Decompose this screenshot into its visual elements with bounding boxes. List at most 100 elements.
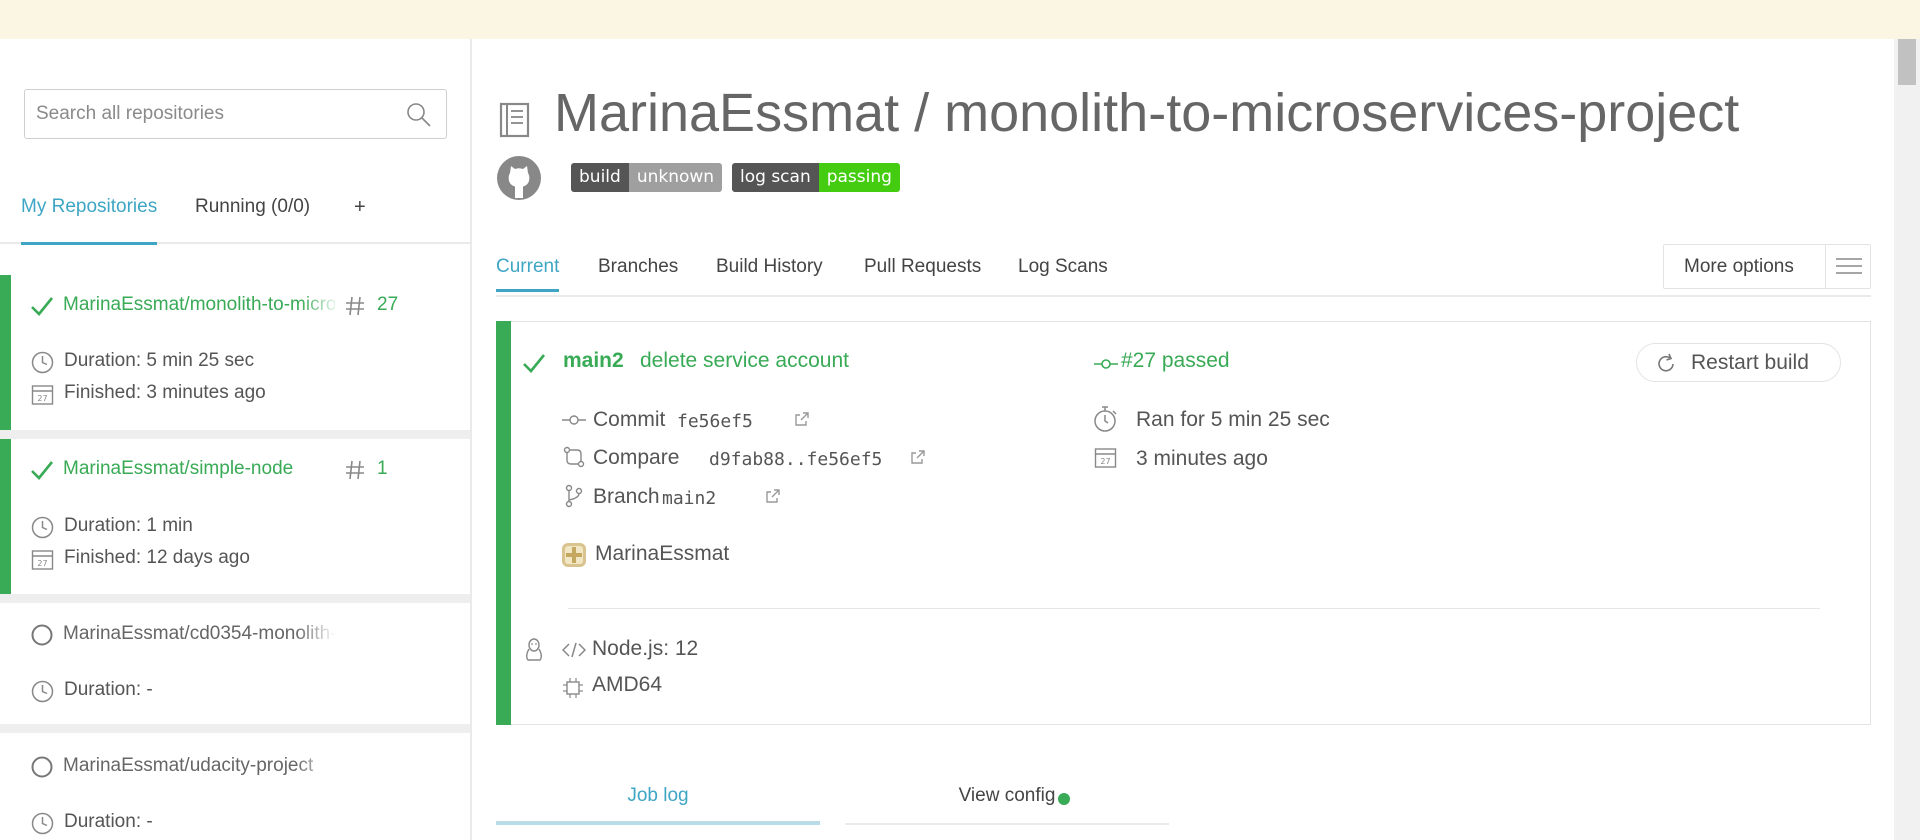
- repo-finished: Finished: 3 minutes ago: [64, 382, 266, 403]
- calendar-icon: 27: [31, 550, 54, 570]
- tab-my-repositories[interactable]: My Repositories: [21, 194, 158, 245]
- tab-log-scans[interactable]: Log Scans: [1018, 256, 1108, 278]
- compare-link[interactable]: d9fab88..fe56ef5: [709, 449, 882, 470]
- commit-message: delete service account: [640, 349, 849, 372]
- divider: [0, 430, 470, 439]
- sidebar: My Repositories Running (0/0) + MarinaEs…: [0, 39, 472, 840]
- status-stripe: [496, 321, 511, 725]
- hash-icon: [346, 460, 364, 480]
- repo-name[interactable]: MarinaEssmat/monolith-to-microservices-p…: [63, 294, 335, 316]
- external-link-icon[interactable]: [910, 449, 926, 465]
- repo-item-monolith[interactable]: MarinaEssmat/monolith-to-microservices-p…: [0, 275, 470, 430]
- check-icon: [31, 297, 54, 316]
- commit-hash-link[interactable]: fe56ef5: [677, 411, 753, 432]
- restart-icon: [1658, 353, 1674, 372]
- architecture: AMD64: [592, 673, 663, 696]
- repo-name[interactable]: MarinaEssmat/udacity-project: [63, 755, 335, 777]
- search-icon[interactable]: [406, 102, 432, 128]
- divider: [568, 608, 1820, 609]
- check-icon: [523, 354, 546, 373]
- ran-for-duration: Ran for 5 min 25 sec: [1136, 408, 1330, 431]
- status-stripe: [0, 439, 11, 594]
- add-repository-button[interactable]: +: [354, 194, 366, 242]
- scrollbar[interactable]: [1894, 39, 1920, 840]
- page-title: MarinaEssmat / monolith-to-microservices…: [554, 83, 1740, 143]
- external-link-icon[interactable]: [765, 488, 781, 504]
- check-icon: [31, 461, 54, 480]
- branch-name[interactable]: main2: [563, 349, 624, 373]
- tab-build-history[interactable]: Build History: [716, 256, 823, 278]
- repo-name[interactable]: MarinaEssmat/simple-node: [63, 458, 335, 480]
- tab-branches[interactable]: Branches: [598, 256, 678, 278]
- tab-view-config[interactable]: View config: [845, 775, 1169, 825]
- tab-current[interactable]: Current: [496, 256, 560, 292]
- build-number[interactable]: 27: [377, 294, 398, 316]
- clock-icon: [31, 351, 54, 374]
- build-status-badge[interactable]: build unknown: [571, 163, 723, 192]
- branch-link[interactable]: main2: [662, 488, 716, 509]
- cpu-icon: [563, 678, 583, 698]
- repo-duration: Duration: 5 min 25 sec: [64, 350, 255, 371]
- build-number[interactable]: 1: [377, 458, 388, 480]
- repo-duration: Duration: -: [64, 811, 153, 832]
- repo-item-simple-node[interactable]: MarinaEssmat/simple-node 1 Duration: 1 m…: [0, 439, 470, 594]
- config-status-dot: [1058, 793, 1070, 805]
- external-link-icon[interactable]: [794, 411, 810, 427]
- log-scan-badge[interactable]: log scan passing: [732, 163, 900, 192]
- status-stripe: [0, 275, 11, 430]
- circle-status-icon: [31, 756, 53, 778]
- branch-label: Branch: [593, 485, 660, 508]
- repo-finished: Finished: 12 days ago: [64, 547, 250, 568]
- language-version: Node.js: 12: [592, 637, 699, 660]
- commit-label: Commit: [593, 408, 666, 431]
- circle-status-icon: [31, 624, 53, 646]
- clock-icon: [31, 516, 54, 539]
- name-fade: [296, 619, 336, 649]
- svg-text:27: 27: [1100, 457, 1110, 466]
- stopwatch-icon: [1094, 406, 1117, 432]
- tab-running[interactable]: Running (0/0): [195, 194, 310, 242]
- hash-icon: [346, 296, 364, 316]
- branch-icon: [565, 484, 583, 508]
- finished-ago: 3 minutes ago: [1136, 447, 1268, 470]
- commit-icon: [562, 415, 586, 425]
- restart-build-label: Restart build: [1691, 351, 1809, 374]
- hamburger-icon: [1836, 258, 1862, 274]
- notification-banner: [0, 0, 1920, 39]
- github-icon[interactable]: [496, 155, 542, 201]
- repo-duration: Duration: 1 min: [64, 515, 193, 536]
- svg-text:27: 27: [37, 394, 47, 403]
- tab-pull-requests[interactable]: Pull Requests: [864, 256, 981, 278]
- divider: [0, 724, 470, 733]
- scrollbar-thumb[interactable]: [1898, 39, 1916, 85]
- restart-build-button[interactable]: Restart build: [1636, 343, 1841, 382]
- svg-text:27: 27: [37, 559, 47, 568]
- compare-icon: [563, 446, 585, 468]
- commit-icon: [1094, 359, 1118, 369]
- code-icon: [562, 642, 586, 658]
- build-card: main2 delete service account #27 passed …: [496, 321, 1871, 725]
- repo-duration: Duration: -: [64, 679, 153, 700]
- repository-book-icon: [499, 102, 530, 138]
- build-status[interactable]: #27 passed: [1121, 349, 1230, 373]
- search-box: [24, 89, 447, 139]
- sidebar-tabs: My Repositories Running (0/0) +: [0, 194, 470, 245]
- more-options-button[interactable]: More options: [1663, 244, 1871, 289]
- author-name[interactable]: MarinaEssmat: [595, 542, 729, 566]
- name-fade: [296, 751, 336, 781]
- search-input[interactable]: [36, 103, 396, 125]
- linux-icon: [526, 638, 542, 661]
- clock-icon: [31, 680, 54, 703]
- avatar: [562, 543, 586, 567]
- compare-label: Compare: [593, 446, 680, 469]
- repo-name[interactable]: MarinaEssmat/cd0354-monolith-to-microser…: [63, 623, 335, 645]
- repo-item-udacity[interactable]: MarinaEssmat/udacity-project Duration: -: [0, 733, 470, 840]
- calendar-icon: 27: [31, 385, 54, 405]
- name-fade: [300, 290, 340, 320]
- tab-job-log[interactable]: Job log: [496, 775, 820, 825]
- clock-icon: [31, 812, 54, 835]
- calendar-icon: 27: [1094, 448, 1117, 468]
- menu-toggle[interactable]: [1825, 245, 1870, 288]
- repo-tabs: Current Branches Build History Pull Requ…: [496, 244, 1871, 297]
- repo-item-cd0354[interactable]: MarinaEssmat/cd0354-monolith-to-microser…: [0, 603, 470, 724]
